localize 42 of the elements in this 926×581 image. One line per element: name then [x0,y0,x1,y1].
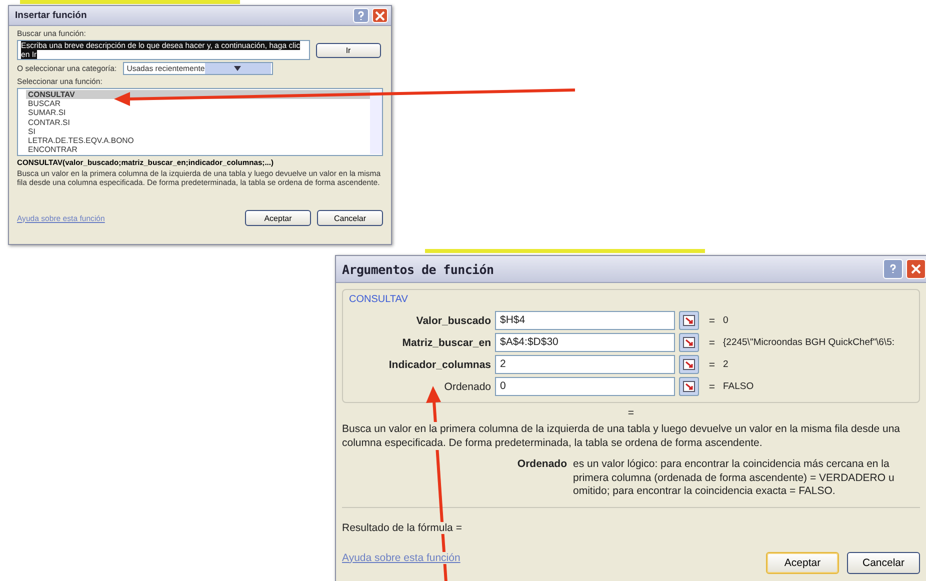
equals-sign: = [708,336,716,348]
argument-input[interactable]: $A$4:$D$30 [495,333,675,352]
argument-label: Valor_buscado [415,314,491,326]
formula-result-label: Resultado de la fórmula = [342,522,462,534]
argument-label: Ordenado [443,380,491,392]
question-mark-icon [356,10,366,20]
group-title: CONSULTAV [349,294,409,305]
ok-button[interactable]: Aceptar [245,210,311,226]
window-title: Insertar función [15,10,88,21]
range-select-icon[interactable] [679,333,699,352]
argument-result: 2 [723,359,730,370]
close-icon [375,10,385,20]
cancel-button[interactable]: Cancelar [317,210,383,226]
equals-sign: = [708,314,716,326]
caret-icon [204,63,271,74]
argument-label: Indicador_columnas [388,358,491,370]
range-select-icon[interactable] [679,355,699,374]
argument-input[interactable]: 0 [495,377,675,396]
cancel-button[interactable]: Cancelar [847,552,920,574]
close-icon [911,264,921,274]
argument-input[interactable]: 2 [495,355,675,374]
range-select-icon[interactable] [679,311,699,330]
argument-label: Matriz_buscar_en [401,336,491,348]
close-button[interactable] [906,259,926,279]
close-button[interactable] [372,8,388,23]
argument-description: es un valor lógico: para encontrar la coincidencia más cercana en la primera columna (ordenada de forma ascendente) = VERDADERO u omitido; para encontrar la coincidencia exacta = FALSO. [573,458,896,498]
go-button[interactable]: Ir [316,42,381,58]
argument-result: {2245\"Microondas BGH QuickChef"\6\5: [723,337,896,348]
equals-sign: = [708,380,716,392]
ok-button[interactable]: Aceptar [766,552,839,574]
range-select-icon[interactable] [679,377,699,396]
scrollbar[interactable] [370,90,382,154]
equals-sign: = [708,358,716,370]
argument-result: 0 [723,315,730,326]
help-button[interactable] [883,259,903,279]
argument-name: Ordenado [516,458,567,472]
question-mark-icon [888,264,898,274]
argument-result: FALSO [723,381,755,392]
formula-result-preview: = [626,407,636,419]
argument-input[interactable]: $H$4 [495,311,675,330]
window-title: Argumentos de función [342,262,495,276]
help-button[interactable] [353,8,369,23]
